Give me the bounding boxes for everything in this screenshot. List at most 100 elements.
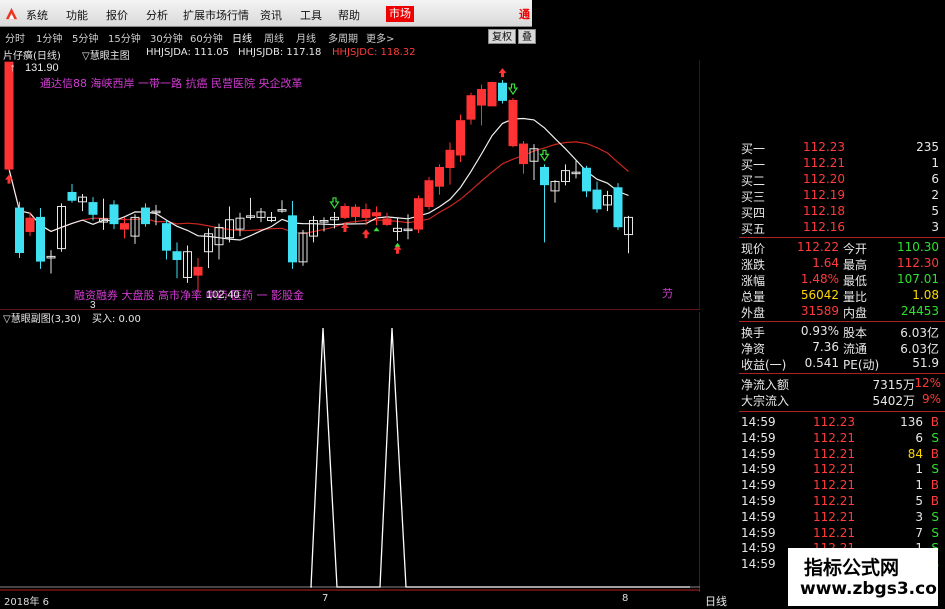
order-book-volume: 6 bbox=[931, 172, 939, 186]
order-book-row[interactable]: 买五 112.16 3 bbox=[739, 220, 945, 236]
quote-label: 总量 bbox=[741, 290, 766, 304]
flow-label: 净流入额 bbox=[741, 378, 790, 392]
overlay-button[interactable]: 叠 bbox=[518, 29, 536, 44]
candle-body bbox=[120, 223, 129, 230]
tick-volume: 6 bbox=[915, 430, 923, 445]
menu-item-extended-market[interactable]: 扩展市场行情 bbox=[183, 7, 249, 23]
tick-row[interactable]: 14:59 112.21 84 B bbox=[739, 447, 945, 463]
quote-value: 31589 bbox=[800, 304, 839, 318]
fundamental-value: 7.36 bbox=[812, 340, 839, 354]
chart-high-arrow: ↑ bbox=[10, 62, 16, 74]
ma-red-line bbox=[8, 141, 629, 235]
flow-row[interactable]: 净流入额 7315万 12% bbox=[739, 376, 945, 392]
quote-row[interactable]: 总量 56042 量比 1.08 bbox=[739, 288, 945, 304]
fundamental-row[interactable]: 收益(一) 0.541 PE(动) 51.9 bbox=[739, 356, 945, 372]
period-tab-daily[interactable]: 日线 bbox=[232, 30, 252, 45]
period-tab-60min[interactable]: 60分钟 bbox=[190, 30, 223, 45]
edge-char-label: 芀 bbox=[662, 287, 673, 300]
order-book-row[interactable]: 买二 112.20 6 bbox=[739, 172, 945, 188]
candle-mark-label: 3 bbox=[90, 300, 96, 310]
candle-body bbox=[592, 189, 602, 210]
order-book-volume: 1 bbox=[931, 156, 939, 170]
order-book-volume: 5 bbox=[931, 204, 939, 218]
menu-item-tools[interactable]: 工具 bbox=[300, 7, 322, 23]
order-book-row[interactable]: 买一 112.23 235 bbox=[739, 140, 945, 156]
period-tab-1min[interactable]: 1分钟 bbox=[36, 30, 62, 45]
menu-item-analysis[interactable]: 分析 bbox=[146, 7, 168, 23]
menu-item-quote[interactable]: 报价 bbox=[106, 7, 128, 23]
order-book-row[interactable]: 买四 112.18 5 bbox=[739, 204, 945, 220]
menu-item-info[interactable]: 资讯 bbox=[260, 7, 282, 23]
period-tab-15min[interactable]: 15分钟 bbox=[108, 30, 141, 45]
sub-indicator-chart[interactable]: 1.000.900.800.700.600.500.400.300.200.10… bbox=[0, 312, 700, 592]
tick-volume: 136 bbox=[900, 415, 923, 429]
candle-body bbox=[487, 81, 497, 107]
fundamental-value: 6.03亿 bbox=[900, 342, 939, 356]
tick-time: 14:59 bbox=[741, 494, 776, 508]
quote-value: 112.22 bbox=[797, 240, 839, 254]
quote-row[interactable]: 外盘 31589 内盘 24453 bbox=[739, 304, 945, 320]
tick-row[interactable]: 14:59 112.21 6 S bbox=[739, 431, 945, 447]
tick-time: 14:59 bbox=[741, 430, 776, 445]
flow-row[interactable]: 大宗流入 5402万 9% bbox=[739, 392, 945, 408]
quote-row[interactable]: 涨幅 1.48% 最低 107.01 bbox=[739, 272, 945, 288]
concept-tags-bottom: 融资融券 大盘股 高市净率 中药 医药 一 影股金 bbox=[74, 288, 304, 302]
tick-price: 112.21 bbox=[813, 478, 855, 493]
period-tab-5min[interactable]: 5分钟 bbox=[72, 30, 98, 45]
tick-row[interactable]: 14:59 112.21 3 S bbox=[739, 510, 945, 526]
tick-time: 14:59 bbox=[741, 509, 776, 524]
menu-item-system[interactable]: 系统 bbox=[26, 7, 48, 23]
quote-row[interactable]: 涨跌 1.64 最高 112.30 bbox=[739, 256, 945, 272]
fuquan-button[interactable]: 复权 bbox=[488, 29, 516, 44]
sell-signal-arrow-icon bbox=[539, 149, 550, 162]
buy-signal-line bbox=[310, 327, 690, 588]
quote-value: 24453 bbox=[900, 304, 939, 318]
period-tab-30min[interactable]: 30分钟 bbox=[150, 30, 183, 45]
sell-signal-arrow-icon bbox=[329, 197, 340, 210]
panel-separator bbox=[739, 321, 945, 322]
tick-price: 112.23 bbox=[813, 415, 855, 429]
order-book-row[interactable]: 买三 112.19 2 bbox=[739, 188, 945, 204]
date-axis-label: 2018年 6 bbox=[4, 597, 49, 608]
chart-low-price-label: 102.40 bbox=[206, 289, 240, 301]
quote-label: 涨跌 bbox=[741, 258, 766, 272]
tick-volume: 84 bbox=[907, 446, 923, 461]
quote-value: 1.08 bbox=[912, 288, 939, 302]
fundamental-row[interactable]: 换手 0.93% 股本 6.03亿 bbox=[739, 324, 945, 340]
tick-time: 14:59 bbox=[741, 478, 776, 493]
order-book-label: 买五 bbox=[741, 222, 766, 236]
fundamental-row[interactable]: 净资 7.36 流通 6.03亿 bbox=[739, 340, 945, 356]
candle-body bbox=[88, 202, 98, 215]
tick-time: 14:59 bbox=[741, 541, 776, 556]
quote-label: 最低 bbox=[843, 274, 868, 288]
menu-corner-label[interactable]: 通 bbox=[519, 6, 530, 22]
tick-row[interactable]: 14:59 112.21 7 S bbox=[739, 526, 945, 542]
hhjsjda-value: HHJSJDA: 111.05 bbox=[146, 47, 230, 58]
menu-item-function[interactable]: 功能 bbox=[66, 7, 88, 23]
candle-body bbox=[435, 166, 444, 187]
tick-row[interactable]: 14:59 112.23 136 B bbox=[739, 415, 945, 431]
tick-volume: 3 bbox=[915, 509, 923, 524]
order-book-label: 买四 bbox=[741, 206, 766, 220]
candle-body bbox=[613, 187, 623, 228]
period-tab-multi[interactable]: 多周期 bbox=[328, 30, 358, 45]
tick-row[interactable]: 14:59 112.21 1S bbox=[739, 462, 945, 478]
candle-body bbox=[109, 204, 119, 225]
tick-row[interactable]: 14:59 112.21 5 B bbox=[739, 494, 945, 510]
period-tab-more[interactable]: 更多> bbox=[366, 30, 394, 45]
period-tab-monthly[interactable]: 月线 bbox=[296, 30, 316, 45]
menu-item-help[interactable]: 帮助 bbox=[338, 7, 360, 23]
order-book-row[interactable]: 买一 112.21 1 bbox=[739, 156, 945, 172]
candle-body bbox=[372, 212, 381, 217]
candle-body bbox=[466, 95, 476, 120]
tick-side-flag: B bbox=[930, 415, 939, 429]
menu-item-market[interactable]: 市场 bbox=[386, 6, 414, 22]
date-axis-label: 7 bbox=[322, 593, 329, 604]
candlestick-chart[interactable]: 120.0115.0110.0105.0 ↑131.90通达信88 海峡西岸 一… bbox=[0, 60, 700, 310]
period-tab-weekly[interactable]: 周线 bbox=[264, 30, 284, 45]
sub-indicator-title: ▽慧眼副图(3,30) bbox=[3, 312, 81, 325]
period-tab-timeshare[interactable]: 分时 bbox=[5, 30, 25, 45]
tick-row[interactable]: 14:59 112.21 1 B bbox=[739, 478, 945, 494]
quote-row[interactable]: 现价 112.22 今开 110.30 bbox=[739, 240, 945, 256]
tick-volume: 7 bbox=[915, 525, 923, 540]
